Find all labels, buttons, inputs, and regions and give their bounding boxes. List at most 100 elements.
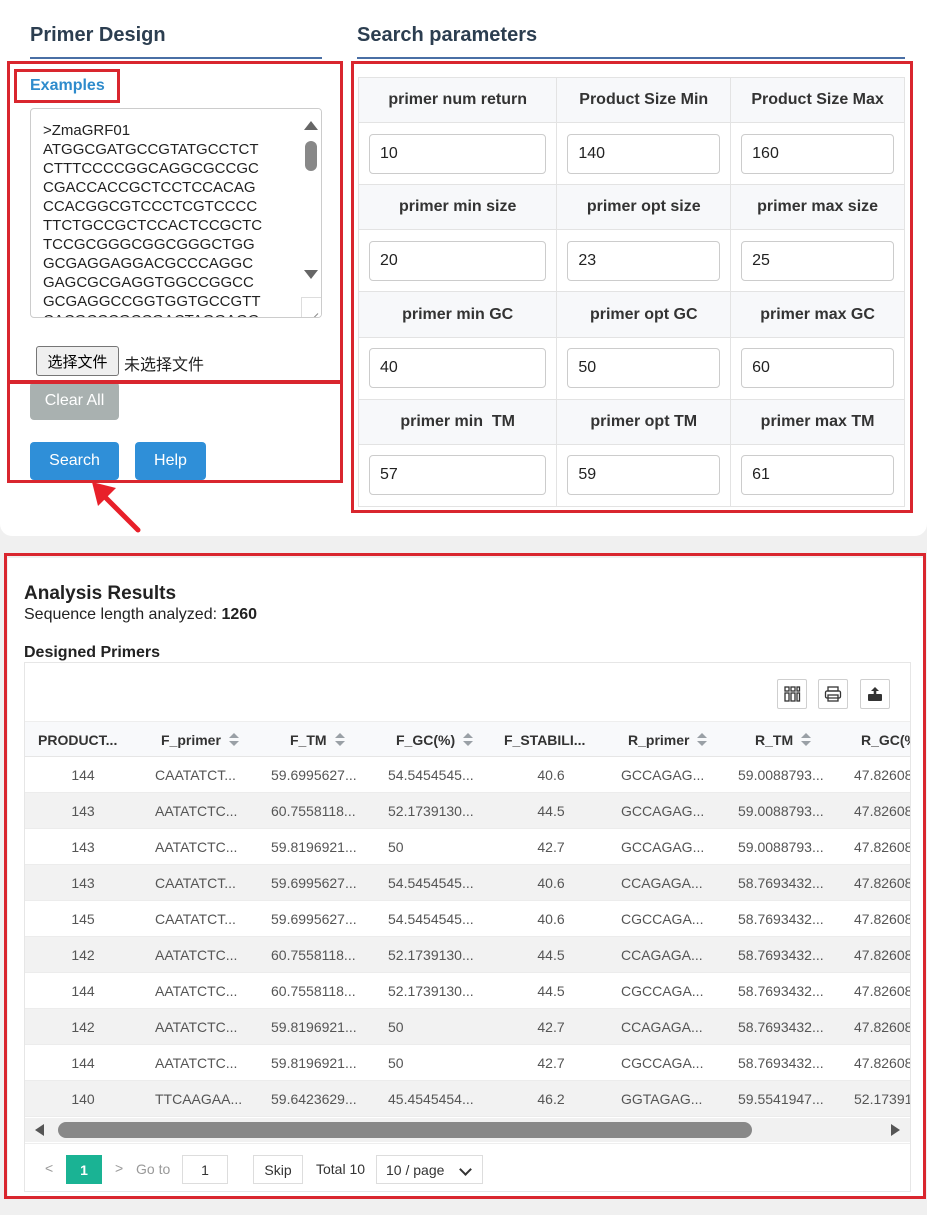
table-cell: 59.0088793... <box>738 803 824 819</box>
next-page-icon[interactable]: > <box>115 1160 123 1176</box>
column-header[interactable]: F_primer <box>161 722 261 758</box>
table-cell: 54.5454545... <box>388 875 474 891</box>
primer-opt-size-input[interactable] <box>567 240 721 281</box>
table-cell: 144 <box>71 983 95 999</box>
examples-link[interactable]: Examples <box>30 77 105 95</box>
skip-button[interactable]: Skip <box>253 1155 303 1184</box>
scroll-thumb[interactable] <box>305 141 317 171</box>
table-row[interactable]: 143 CAATATCT... 59.6995627... 54.5454545...… <box>25 865 911 901</box>
choose-file-button[interactable]: 选择文件 <box>36 346 119 376</box>
scroll-right-icon[interactable] <box>891 1124 900 1136</box>
scroll-up-icon[interactable] <box>304 121 318 130</box>
scroll-down-icon[interactable] <box>304 270 318 279</box>
param-label: primer min size <box>357 184 558 231</box>
primer-design-title: Primer Design <box>30 24 166 46</box>
scroll-left-icon[interactable] <box>35 1124 44 1136</box>
table-cell: 145 <box>71 911 95 927</box>
param-label: primer min TM <box>357 398 558 445</box>
scroll-thumb[interactable] <box>58 1122 752 1138</box>
column-header[interactable]: PRODUCT... <box>38 722 128 758</box>
sort-icon[interactable] <box>697 733 708 747</box>
table-cell: 47.82608 <box>854 839 911 855</box>
sequence-text[interactable]: >ZmaGRF01 ATGGCGATGCCGTATGCCTCT CTTTCCCC… <box>43 121 262 317</box>
table-cell: 58.7693432... <box>738 983 824 999</box>
param-label: primer num return <box>357 76 558 124</box>
primer-opt-tm-input[interactable] <box>567 455 721 496</box>
table-cell: 59.6995627... <box>271 911 357 927</box>
export-icon[interactable] <box>860 679 890 709</box>
param-header-row: primer min size primer opt size primer m… <box>357 184 905 231</box>
table-row[interactable]: 144 AATATCTC... 59.8196921... 50 42.7 CGCCAGA… <box>25 1045 910 1081</box>
param-input-row <box>357 336 905 400</box>
param-label: primer max GC <box>730 291 905 338</box>
table-row[interactable]: 145 CAATATCT... 59.6995627... 54.5454545...… <box>25 901 910 937</box>
search-button[interactable]: Search <box>30 442 119 480</box>
table-cell: 144 <box>71 767 95 783</box>
table-cell: 142 <box>71 947 95 963</box>
table-cell: 54.5454545... <box>388 911 474 927</box>
table-row[interactable]: 142 AATATCTC... 59.8196921... 50 42.7 CCAGAGA… <box>25 1009 911 1045</box>
table-row[interactable]: 140 TTCAAGAA... 59.6423629... 45.4545454...… <box>25 1081 910 1117</box>
param-input-row <box>357 122 905 186</box>
primer-min-size-input[interactable] <box>369 240 547 281</box>
table-cell: 59.6995627... <box>271 767 357 783</box>
column-header[interactable]: F_GC(%) <box>396 722 486 758</box>
page-1-button[interactable]: 1 <box>66 1155 102 1184</box>
param-label: Product Size Min <box>556 76 732 124</box>
primer-min-tm-input[interactable] <box>369 455 547 496</box>
column-header[interactable]: R_TM <box>755 722 835 758</box>
table-cell: 143 <box>71 875 95 891</box>
param-label: primer min GC <box>357 291 558 338</box>
table-cell: 47.82608 <box>854 875 911 891</box>
table-cell: 47.82608 <box>854 983 911 999</box>
table-cell: 45.4545454... <box>388 1091 474 1107</box>
primer-max-gc-input[interactable] <box>741 348 894 389</box>
primer-max-tm-input[interactable] <box>741 455 894 496</box>
table-row[interactable]: 143 AATATCTC... 59.8196921... 50 42.7 GCCAGAG… <box>25 829 911 865</box>
sequence-length-text: Sequence length analyzed: 1260 <box>24 606 257 624</box>
table-cell: 42.7 <box>537 839 565 855</box>
horizontal-scrollbar[interactable] <box>25 1118 910 1142</box>
table-cell: 58.7693432... <box>738 1055 824 1071</box>
param-label: Product Size Max <box>730 76 905 124</box>
columns-icon[interactable] <box>777 679 807 709</box>
table-row[interactable]: 143 AATATCTC... 60.7558118... 52.1739130...… <box>25 793 910 829</box>
table-cell: GGTAGAG... <box>621 1091 703 1107</box>
table-cell: 40.6 <box>537 911 565 927</box>
sort-icon[interactable] <box>463 733 474 747</box>
primer-max-size-input[interactable] <box>741 240 894 281</box>
product-size-min-input[interactable] <box>567 133 721 174</box>
table-header: PRODUCT... F_primer F_TM F_GC(%) F_STABI… <box>25 721 910 758</box>
sort-icon[interactable] <box>801 733 812 747</box>
goto-page-input[interactable] <box>182 1155 228 1184</box>
sequence-textarea[interactable]: >ZmaGRF01 ATGGCGATGCCGTATGCCTCT CTTTCCCC… <box>30 108 322 318</box>
param-label: primer max TM <box>730 398 905 445</box>
product-size-max-input[interactable] <box>741 133 894 174</box>
primers-table: PRODUCT... F_primer F_TM F_GC(%) F_STABI… <box>24 662 911 1192</box>
column-header[interactable]: R_primer <box>628 722 728 758</box>
clear-all-button[interactable]: Clear All <box>30 382 119 420</box>
resize-grip-icon[interactable] <box>301 297 321 317</box>
table-row[interactable]: 144 CAATATCT... 59.6995627... 54.5454545...… <box>25 757 910 793</box>
help-button[interactable]: Help <box>135 442 206 480</box>
primer-opt-gc-input[interactable] <box>567 348 721 389</box>
primer-design-rule <box>30 57 322 59</box>
primer-num-return-input[interactable] <box>369 133 547 174</box>
print-icon[interactable] <box>818 679 848 709</box>
table-cell: 47.82608 <box>854 1019 911 1035</box>
table-row[interactable]: 142 AATATCTC... 60.7558118... 52.1739130...… <box>25 937 910 973</box>
search-parameters-title: Search parameters <box>357 24 538 46</box>
table-cell: CAATATCT... <box>155 875 236 891</box>
page-size-select[interactable]: 10 / page <box>376 1155 483 1184</box>
sort-icon[interactable] <box>334 733 345 747</box>
column-header[interactable]: F_STABILI... <box>504 722 604 758</box>
table-row[interactable]: 144 AATATCTC... 60.7558118... 52.1739130...… <box>25 973 911 1009</box>
column-header[interactable]: F_TM <box>290 722 370 758</box>
prev-page-icon[interactable]: < <box>45 1160 53 1176</box>
textarea-scrollbar[interactable] <box>301 109 321 317</box>
table-cell: 50 <box>388 1055 404 1071</box>
sort-icon[interactable] <box>228 733 239 747</box>
primer-min-gc-input[interactable] <box>369 348 547 389</box>
column-header[interactable]: R_GC(% <box>861 722 910 758</box>
table-cell: AATATCTC... <box>155 803 238 819</box>
